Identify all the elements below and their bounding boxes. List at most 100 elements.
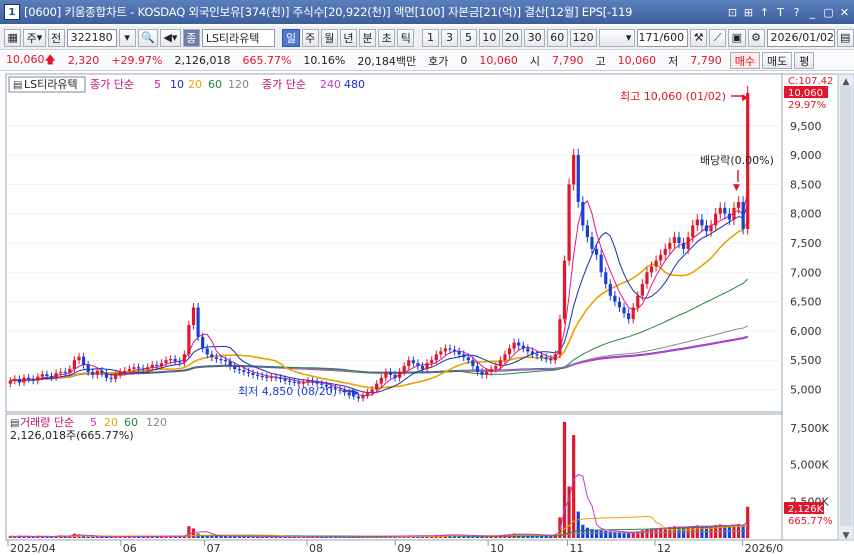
candle-body[interactable] <box>425 363 429 369</box>
candle-body[interactable] <box>558 319 562 355</box>
candle-body[interactable] <box>594 248 599 255</box>
candle-body[interactable] <box>210 354 214 358</box>
candle-body[interactable] <box>301 382 306 384</box>
volume-bar[interactable] <box>91 536 95 538</box>
candle-body[interactable] <box>517 342 521 346</box>
interval-minute[interactable]: 분 <box>359 28 377 47</box>
candle-body[interactable] <box>278 377 283 379</box>
candle-body[interactable] <box>269 377 273 379</box>
candle-body[interactable] <box>233 366 237 369</box>
volume-bar[interactable] <box>741 526 745 538</box>
candle-body[interactable] <box>379 377 383 384</box>
candle-body[interactable] <box>310 380 315 382</box>
candle-body[interactable] <box>8 380 12 384</box>
candle-body[interactable] <box>700 219 704 226</box>
candle-body[interactable] <box>489 368 493 372</box>
candle-body[interactable] <box>31 378 35 381</box>
volume-bar[interactable] <box>86 536 90 538</box>
interval-day[interactable]: 일 <box>282 28 300 47</box>
chart-area[interactable]: ▲ ▼ 9,500 9,000 8,500 8,000 7,500 7,000 6,500 6… <box>0 72 854 555</box>
scroll-up-icon[interactable]: ▲ <box>843 77 850 87</box>
candle-body[interactable] <box>709 225 713 232</box>
candle-body[interactable] <box>681 243 686 249</box>
candle-body[interactable] <box>416 363 420 367</box>
candle-body[interactable] <box>741 201 745 229</box>
candle-body[interactable] <box>246 371 251 374</box>
candle-body[interactable] <box>17 378 22 383</box>
maximize-icon[interactable]: ▢ <box>821 5 836 20</box>
candle-body[interactable] <box>260 376 264 378</box>
candle-body[interactable] <box>398 371 402 378</box>
candlestick-chart[interactable]: ▲ ▼ 9,500 9,000 8,500 8,000 7,500 7,000 6,500 6… <box>0 72 854 555</box>
candle-body[interactable] <box>668 243 672 249</box>
candle-body[interactable] <box>494 366 498 369</box>
volume-bar[interactable] <box>581 524 585 538</box>
candle-body[interactable] <box>649 266 654 273</box>
gear-icon[interactable]: ⚙ <box>747 28 765 47</box>
candle-body[interactable] <box>572 155 576 185</box>
candle-body[interactable] <box>613 295 617 302</box>
candle-body[interactable] <box>196 307 200 337</box>
candle-body[interactable] <box>370 389 374 393</box>
stock-type-badge[interactable]: 종 <box>182 28 200 47</box>
candle-body[interactable] <box>727 213 731 220</box>
code-dropdown-icon[interactable]: ▾ <box>118 28 136 47</box>
chart-line-icon[interactable]: ⟋ <box>709 28 727 47</box>
buy-button[interactable]: 매수 <box>729 52 760 69</box>
candle-body[interactable] <box>430 360 434 364</box>
candle-body[interactable] <box>480 371 484 375</box>
search-icon[interactable]: 🔍 <box>137 28 159 47</box>
candle-body[interactable] <box>604 272 608 285</box>
candle-body[interactable] <box>485 371 489 375</box>
candle-body[interactable] <box>191 307 196 326</box>
candle-body[interactable] <box>104 373 109 378</box>
candle-body[interactable] <box>420 366 425 369</box>
candle-body[interactable] <box>146 367 150 370</box>
candle-body[interactable] <box>411 360 415 364</box>
volume-bar[interactable] <box>31 536 35 538</box>
candle-body[interactable] <box>714 213 718 226</box>
interval-tick[interactable]: 틱 <box>397 28 415 47</box>
close-icon[interactable]: ✕ <box>837 5 852 20</box>
candle-body[interactable] <box>59 371 63 374</box>
candle-body[interactable] <box>178 361 182 363</box>
candle-body[interactable] <box>535 354 539 356</box>
candle-body[interactable] <box>228 361 232 367</box>
candle-body[interactable] <box>159 363 164 367</box>
candle-body[interactable] <box>123 370 127 372</box>
help-icon[interactable]: ? <box>789 5 804 20</box>
candle-body[interactable] <box>114 374 118 379</box>
candle-count-input[interactable]: 171/600 <box>637 28 689 47</box>
candle-body[interactable] <box>393 374 397 378</box>
candle-body[interactable] <box>503 354 507 361</box>
candle-body[interactable] <box>13 378 17 381</box>
candle-body[interactable] <box>544 357 548 360</box>
candle-body[interactable] <box>49 376 54 378</box>
candle-body[interactable] <box>132 367 136 369</box>
candle-body[interactable] <box>205 348 209 355</box>
candle-body[interactable] <box>95 370 99 375</box>
candle-body[interactable] <box>223 360 228 362</box>
candle-body[interactable] <box>530 351 535 355</box>
grid-icon[interactable]: ⊞ <box>741 5 756 20</box>
minute-5[interactable]: 5 <box>460 28 478 47</box>
save-icon[interactable]: ▣ <box>728 28 746 47</box>
candle-body[interactable] <box>402 366 406 372</box>
interval-second[interactable]: 초 <box>378 28 396 47</box>
candle-body[interactable] <box>448 348 452 350</box>
candle-body[interactable] <box>150 364 154 368</box>
candle-body[interactable] <box>457 351 461 355</box>
minimize-icon[interactable]: _ <box>805 5 820 20</box>
candle-body[interactable] <box>471 360 475 367</box>
volume-bar[interactable] <box>608 531 612 538</box>
candle-body[interactable] <box>63 371 67 374</box>
candle-body[interactable] <box>384 371 388 378</box>
candle-body[interactable] <box>214 357 219 360</box>
candle-body[interactable] <box>375 383 379 390</box>
candle-body[interactable] <box>462 354 466 358</box>
candle-body[interactable] <box>68 368 72 374</box>
market-button[interactable]: 전 <box>47 28 65 47</box>
candle-body[interactable] <box>622 307 626 314</box>
candle-body[interactable] <box>256 374 260 377</box>
candle-body[interactable] <box>127 368 131 371</box>
